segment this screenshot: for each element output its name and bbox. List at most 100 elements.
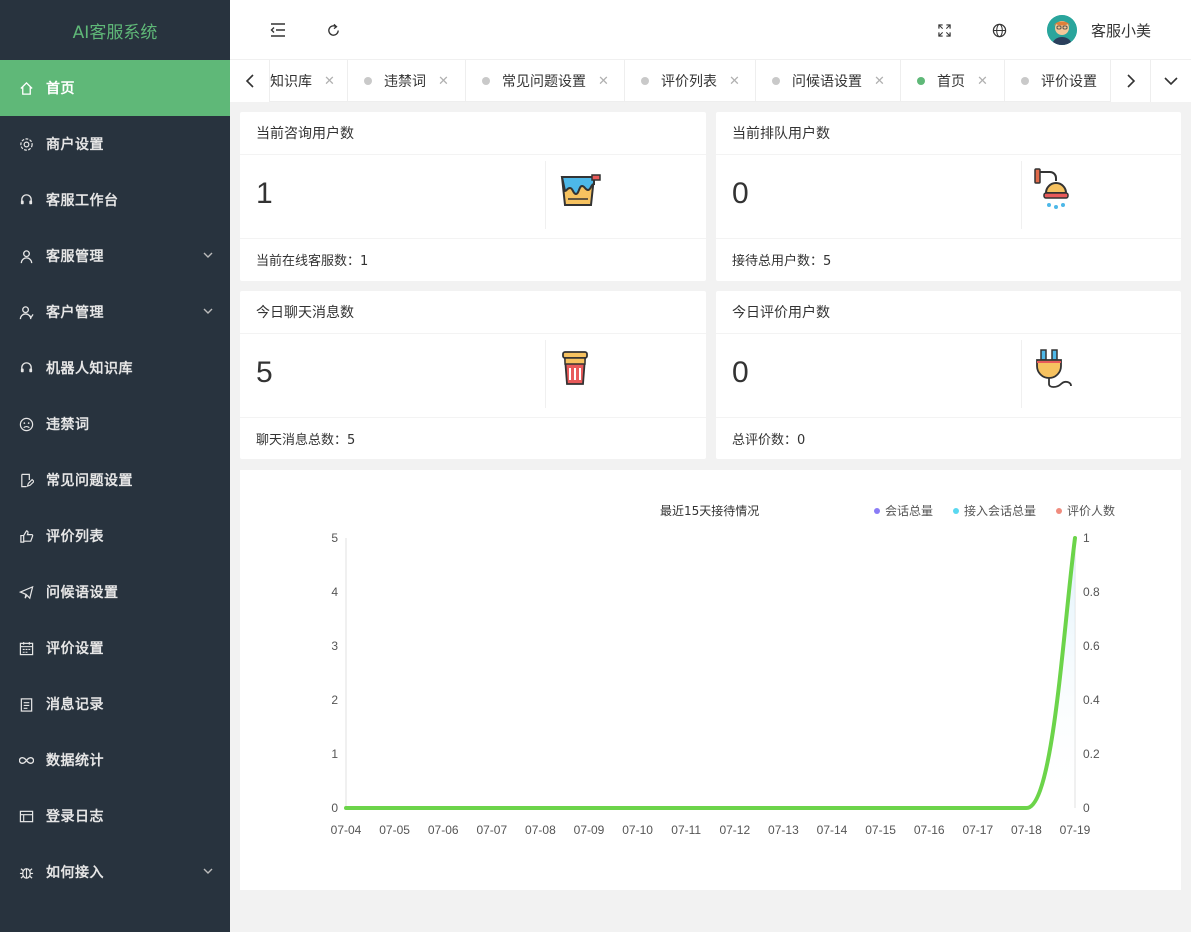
- sidebar: AI客服系统 首页 商户设置 客服工作台 客服管理 客户管理 机器人知识库 违禁词 常见问题设…: [0, 0, 230, 932]
- tab-dot: [641, 77, 649, 85]
- tab-review-settings[interactable]: 评价设置✕: [1005, 60, 1125, 102]
- sidebar-item[interactable]: 首页: [0, 60, 230, 116]
- tab-review-list[interactable]: 评价列表 ✕: [625, 60, 756, 102]
- sidebar-menu: 首页商户设置客服工作台客服管理客户管理机器人知识库 违禁词常见问题设置 评价列表问候…: [0, 60, 230, 900]
- bug-icon: [19, 865, 34, 880]
- x-tick-label: 07-09: [574, 823, 605, 837]
- sidebar-item[interactable]: 登录日志: [0, 788, 230, 844]
- tab-label: 问候语设置: [792, 74, 862, 90]
- fullscreen-icon[interactable]: [932, 18, 956, 42]
- card-value: 5: [256, 356, 273, 389]
- sidebar-item[interactable]: 客服工作台: [0, 172, 230, 228]
- calendar-icon: [19, 641, 34, 656]
- tab-label: 首页: [937, 74, 965, 90]
- close-icon[interactable]: ✕: [874, 74, 885, 89]
- tab-greeting-settings[interactable]: 问候语设置 ✕: [756, 60, 901, 102]
- avatar[interactable]: [1046, 15, 1077, 45]
- power-plug-icon: [1034, 348, 1078, 392]
- tab-bar: 知识库 ✕ 违禁词 ✕ 常见问题设置 ✕ 评价列表 ✕ 问候语设置 ✕ 首页 ✕ 评价设置✕: [230, 60, 1191, 102]
- sidebar-item[interactable]: 机器人知识库: [0, 340, 230, 396]
- sidebar-item-label: 消息记录: [46, 697, 104, 713]
- sidebar-item-label: 客户管理: [46, 305, 104, 321]
- y-left-tick-label: 1: [331, 747, 338, 761]
- globe-icon[interactable]: [987, 18, 1011, 42]
- x-tick-label: 07-17: [962, 823, 993, 837]
- card-footer: 聊天消息总数：5: [256, 433, 356, 448]
- refresh-icon[interactable]: [321, 18, 345, 42]
- tab-label: 知识库: [270, 74, 312, 90]
- card-value: 0: [732, 356, 749, 389]
- sidebar-item[interactable]: 商户设置: [0, 116, 230, 172]
- sidebar-item[interactable]: 客服管理: [0, 228, 230, 284]
- thumbs-up-icon: [19, 529, 34, 544]
- y-right-tick-label: 0.2: [1083, 747, 1100, 761]
- close-icon[interactable]: ✕: [598, 74, 609, 89]
- x-tick-label: 07-15: [865, 823, 896, 837]
- sidebar-item-label: 评价设置: [46, 641, 104, 657]
- tab-home[interactable]: 首页 ✕: [901, 60, 1005, 102]
- tab-dot: [482, 77, 490, 85]
- x-tick-label: 07-10: [622, 823, 653, 837]
- tab-next-button[interactable]: [1110, 60, 1150, 102]
- paint-bucket-icon: [558, 171, 602, 215]
- tab-label: 评价列表: [661, 74, 717, 90]
- y-right-tick-label: 0.6: [1083, 639, 1100, 653]
- chevron-down-icon: [202, 249, 214, 261]
- card-value: 1: [256, 177, 273, 210]
- close-icon[interactable]: ✕: [977, 74, 988, 89]
- tab-prev-button[interactable]: [230, 60, 270, 102]
- sidebar-item-label: 数据统计: [46, 753, 104, 769]
- sidebar-item[interactable]: 常见问题设置: [0, 452, 230, 508]
- x-tick-label: 07-18: [1011, 823, 1042, 837]
- frown-icon: [19, 417, 34, 432]
- close-icon[interactable]: ✕: [324, 74, 335, 89]
- stat-card-queue: 当前排队用户数 0 接待总用户数：5: [716, 112, 1181, 281]
- x-tick-label: 07-04: [331, 823, 362, 837]
- user-menu[interactable]: 客服小美: [1046, 15, 1151, 45]
- y-right-tick-label: 0.4: [1083, 693, 1100, 707]
- tab-dot: [1021, 77, 1029, 85]
- edit-doc-icon: [19, 473, 34, 488]
- sidebar-item[interactable]: 客户管理: [0, 284, 230, 340]
- sidebar-item-label: 常见问题设置: [46, 473, 133, 489]
- series-line-total: [344, 536, 1077, 810]
- close-icon[interactable]: ✕: [729, 74, 740, 89]
- sidebar-item[interactable]: 评价设置: [0, 620, 230, 676]
- tab-banned-words[interactable]: 违禁词 ✕: [348, 60, 466, 102]
- user-name[interactable]: 客服小美: [1091, 20, 1151, 41]
- sidebar-item[interactable]: 如何接入: [0, 844, 230, 900]
- collapse-menu-icon[interactable]: [266, 18, 290, 42]
- sidebar-item[interactable]: 数据统计: [0, 732, 230, 788]
- sidebar-item-label: 评价列表: [46, 529, 104, 545]
- clipboard-icon: [19, 697, 34, 712]
- send-icon: [19, 585, 34, 600]
- card-value: 0: [732, 177, 749, 210]
- sidebar-item[interactable]: 问候语设置: [0, 564, 230, 620]
- card-footer: 接待总用户数：5: [732, 254, 832, 269]
- x-tick-label: 07-13: [768, 823, 799, 837]
- x-tick-label: 07-07: [476, 823, 507, 837]
- headset-icon: [19, 361, 34, 376]
- close-icon[interactable]: ✕: [438, 74, 449, 89]
- tab-label: 违禁词: [384, 74, 426, 90]
- x-tick-label: 07-06: [428, 823, 459, 837]
- card-title: 当前排队用户数: [716, 112, 1181, 155]
- sidebar-item-label: 客服工作台: [46, 193, 119, 209]
- sidebar-item-label: 首页: [46, 81, 75, 97]
- x-tick-label: 07-16: [914, 823, 945, 837]
- y-left-tick-label: 4: [331, 585, 338, 599]
- x-tick-label: 07-12: [719, 823, 750, 837]
- y-left-tick-label: 5: [331, 531, 338, 545]
- tab-menu-dropdown[interactable]: [1150, 60, 1191, 102]
- sidebar-item-label: 客服管理: [46, 249, 104, 265]
- sidebar-item[interactable]: 消息记录: [0, 676, 230, 732]
- tab-faq-settings[interactable]: 常见问题设置 ✕: [466, 60, 625, 102]
- tab-knowledge[interactable]: 知识库 ✕: [270, 60, 348, 102]
- stat-card-reviews: 今日评价用户数 0 总评价数：0: [716, 291, 1181, 459]
- chevron-down-icon: [202, 865, 214, 877]
- tab-list: 知识库 ✕ 违禁词 ✕ 常见问题设置 ✕ 评价列表 ✕ 问候语设置 ✕ 首页 ✕ 评价设置✕: [270, 60, 1125, 102]
- sidebar-item[interactable]: 违禁词: [0, 396, 230, 452]
- tab-dot: [772, 77, 780, 85]
- y-left-tick-label: 2: [331, 693, 338, 707]
- sidebar-item[interactable]: 评价列表: [0, 508, 230, 564]
